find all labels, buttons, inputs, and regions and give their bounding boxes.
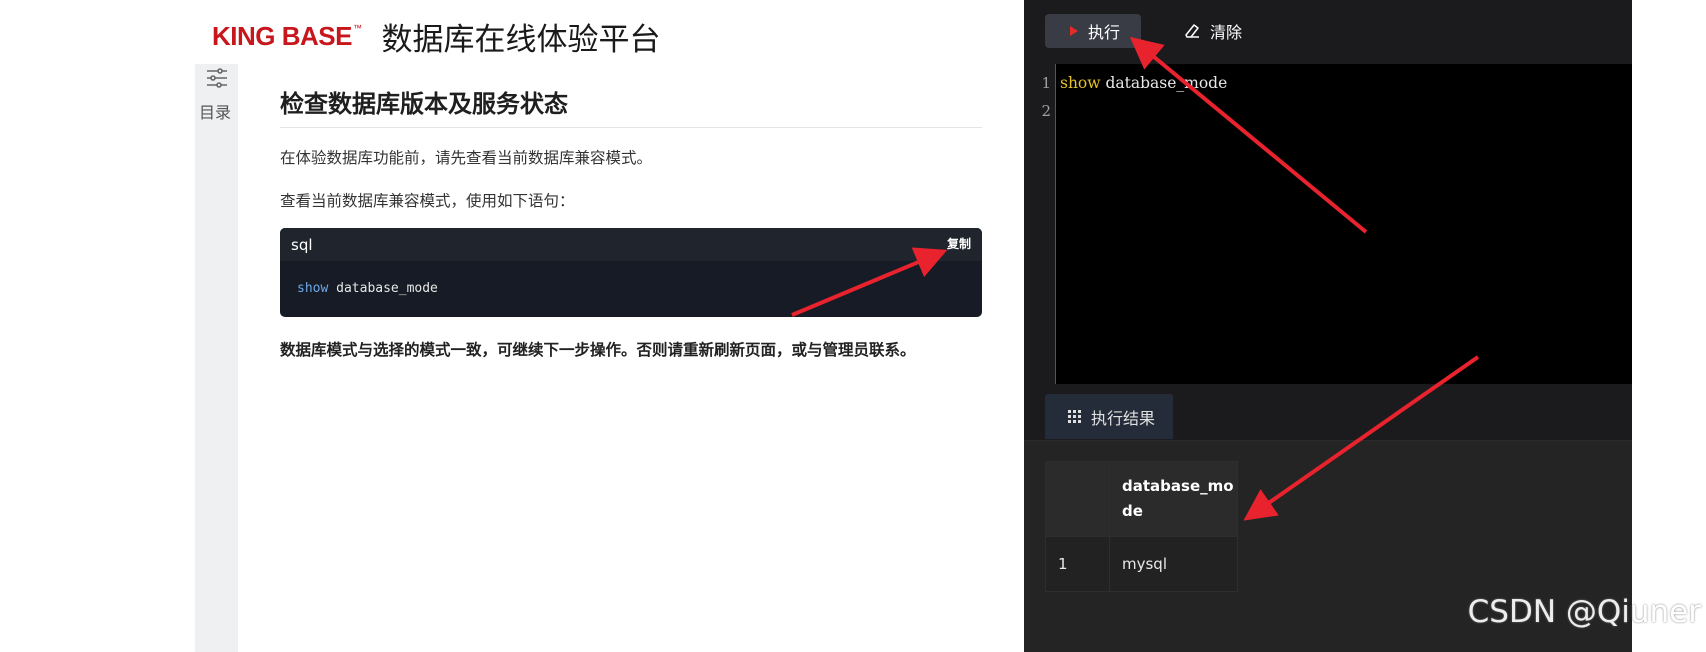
grid-icon bbox=[1068, 410, 1081, 423]
platform-title: 数据库在线体验平台 bbox=[381, 22, 661, 58]
run-button[interactable]: 执行 bbox=[1045, 14, 1141, 48]
sql-editor-panel: 执行 清除 1 2 show database_mode 执行结果 databa… bbox=[1024, 0, 1632, 652]
code-snippet: show database_mode bbox=[297, 281, 438, 296]
toc-label[interactable]: 目录 bbox=[199, 99, 231, 123]
code-editor[interactable]: 1 2 show database_mode bbox=[1024, 64, 1632, 384]
result-tabbar: 执行结果 bbox=[1024, 384, 1632, 441]
tab-execution-result[interactable]: 执行结果 bbox=[1045, 394, 1173, 439]
clear-button-label: 清除 bbox=[1210, 23, 1243, 42]
code-language-label: sql bbox=[291, 236, 313, 254]
sliders-icon[interactable] bbox=[206, 67, 228, 89]
doc-paragraph-2: 查看当前数据库兼容模式，使用如下语句： bbox=[280, 192, 575, 210]
doc-heading: 检查数据库版本及服务状态 bbox=[280, 84, 982, 128]
line-number-gutter: 1 2 bbox=[1024, 64, 1056, 384]
code-text: database_mode bbox=[328, 281, 438, 296]
table-header-row: database_mode bbox=[1045, 461, 1238, 537]
clear-button[interactable]: 清除 bbox=[1183, 14, 1242, 48]
copy-button[interactable]: 复制 bbox=[947, 235, 971, 252]
kingbase-logo: KING BASE™ bbox=[212, 21, 362, 51]
line-number: 1 bbox=[1041, 74, 1051, 92]
play-icon bbox=[1070, 26, 1078, 36]
code-block: sql 复制 show database_mode bbox=[280, 228, 982, 317]
doc-paragraph-3: 数据库模式与选择的模式一致，可继续下一步操作。否则请重新刷新页面，或与管理员联系… bbox=[280, 341, 916, 359]
code-block-header: sql 复制 bbox=[280, 228, 982, 261]
result-table: database_mode 1 mysql bbox=[1045, 461, 1238, 592]
row-index: 1 bbox=[1045, 536, 1110, 592]
doc-paragraph-1: 在体验数据库功能前，请先查看当前数据库兼容模式。 bbox=[280, 149, 653, 167]
eraser-icon bbox=[1185, 24, 1199, 38]
editor-toolbar: 执行 清除 bbox=[1024, 0, 1632, 64]
editor-keyword: show bbox=[1060, 74, 1101, 92]
csdn-watermark: CSDN @Qiuner bbox=[1467, 594, 1701, 630]
line-number: 2 bbox=[1041, 102, 1051, 120]
brand-header: KING BASE™ 数据库在线体验平台 bbox=[212, 14, 660, 59]
toc-sidebar[interactable]: 目录 bbox=[195, 64, 238, 652]
doc-content: 检查数据库版本及服务状态 在体验数据库功能前，请先查看当前数据库兼容模式。 查看… bbox=[280, 84, 982, 359]
code-keyword: show bbox=[297, 281, 329, 296]
table-cell[interactable]: mysql bbox=[1109, 536, 1238, 592]
index-header bbox=[1045, 461, 1110, 537]
result-tab-label: 执行结果 bbox=[1091, 408, 1156, 428]
editor-text: database_mode bbox=[1100, 74, 1228, 92]
run-button-label: 执行 bbox=[1088, 23, 1121, 42]
editor-code-line[interactable]: show database_mode bbox=[1060, 74, 1227, 92]
table-row[interactable]: 1 mysql bbox=[1045, 536, 1238, 592]
column-header[interactable]: database_mode bbox=[1109, 461, 1238, 537]
